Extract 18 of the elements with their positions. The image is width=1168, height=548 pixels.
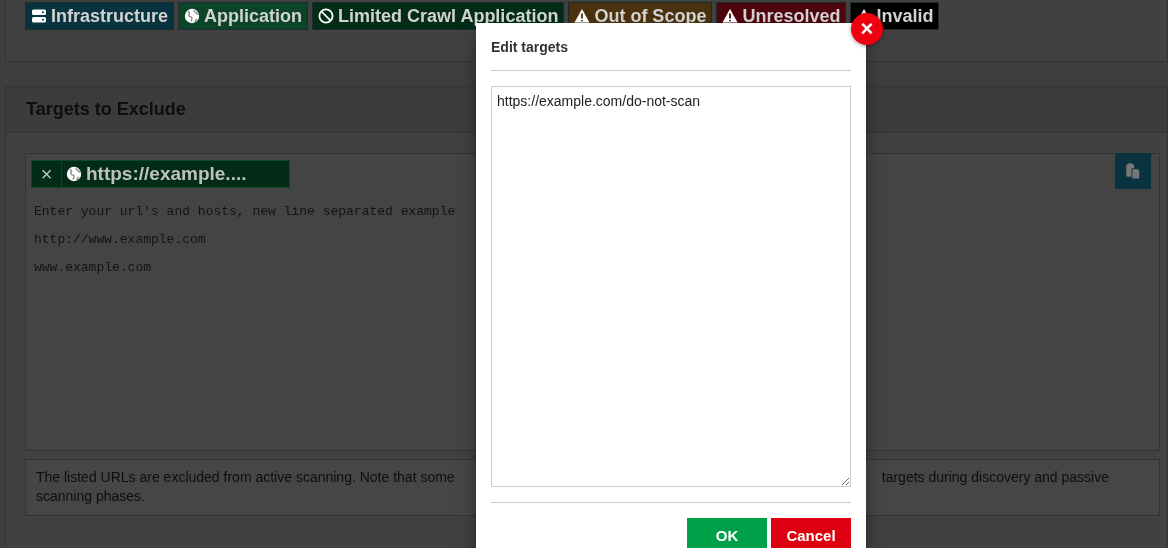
dialog-button[interactable]: Cancel (771, 518, 851, 548)
scope-badge: Limited Crawl Application (312, 2, 565, 30)
scope-badge: Application (178, 2, 309, 30)
description-text: The listed URLs are excluded from active scanning. Note that some (36, 468, 455, 487)
targets-textarea[interactable]: https://example.com/do-not-scan (491, 86, 851, 487)
clipboard-icon (1124, 162, 1142, 180)
copy-button[interactable] (1115, 153, 1151, 189)
ban-icon (318, 8, 335, 24)
server-icon (31, 8, 47, 24)
globe-icon (184, 8, 201, 24)
description-text: scanning phases. (36, 487, 145, 506)
dialog-title: Edit targets (491, 39, 569, 55)
description-text: targets during discovery and passive (881, 468, 1109, 487)
chip-label: https://example.... (86, 163, 247, 185)
globe-icon (66, 166, 82, 182)
scope-badge: Infrastructure (25, 2, 175, 30)
dialog-button[interactable]: OK (687, 518, 767, 548)
remove-button[interactable]: × (32, 161, 62, 187)
